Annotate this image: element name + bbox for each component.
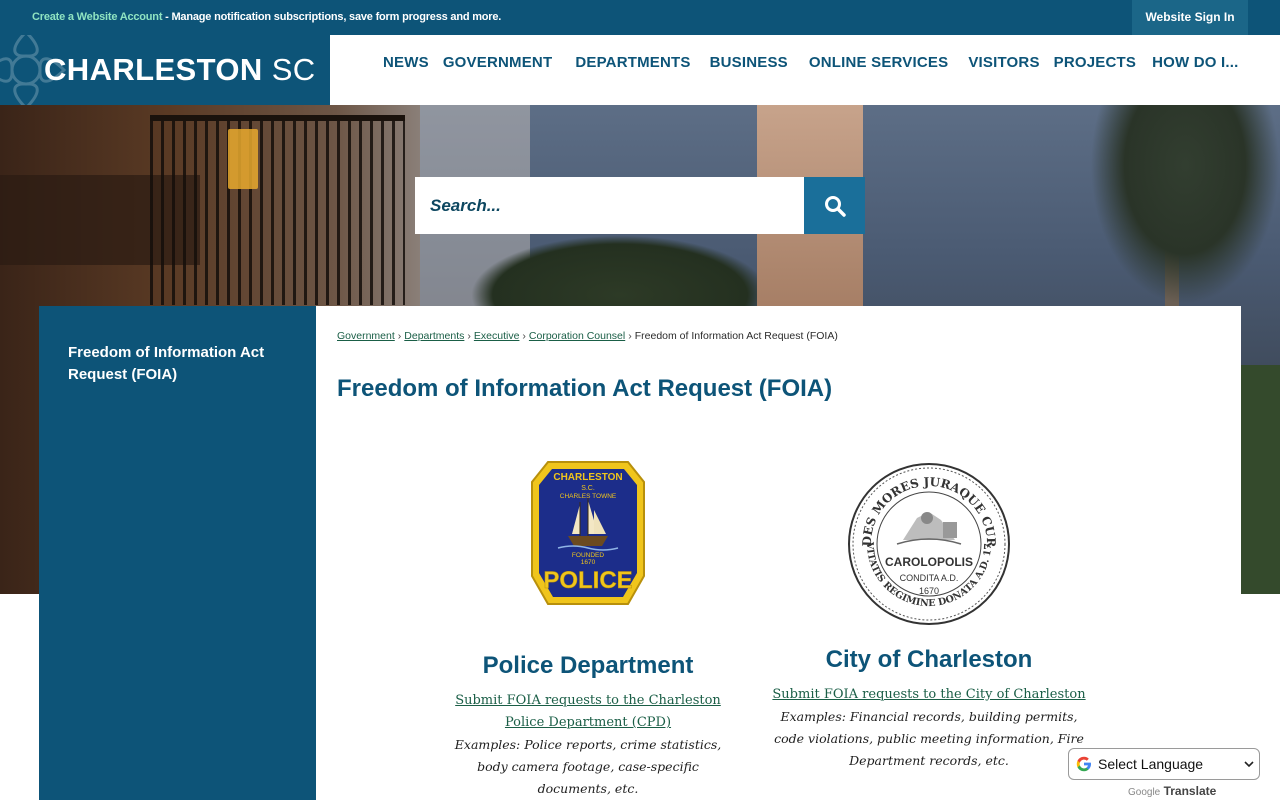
city-seal-icon[interactable]: AEDES MORES JURAQUE CURAT CIVITATIS REGI…	[847, 462, 1011, 626]
search-button[interactable]	[804, 177, 865, 234]
police-badge-founded: FOUNDED	[572, 552, 604, 559]
sidebar: Freedom of Information Act Request (FOIA…	[39, 306, 316, 800]
logo-state: SC	[271, 52, 316, 87]
logo-text: CHARLESTON SC	[44, 52, 316, 88]
seal-year: 1670	[919, 586, 939, 596]
police-card-description: Examples: Police reports, crime statisti…	[454, 737, 722, 796]
police-badge-year: 1670	[581, 559, 596, 566]
nav-item-departments[interactable]: DEPARTMENTS	[575, 54, 690, 71]
police-foia-link[interactable]: Submit FOIA requests to the Charleston P…	[448, 690, 728, 734]
breadcrumb-separator: ›	[522, 330, 526, 342]
city-card: AEDES MORES JURAQUE CURAT CIVITATIS REGI…	[764, 462, 1094, 772]
translate-wordmark: Translate	[1163, 784, 1217, 798]
search-input[interactable]	[415, 177, 804, 234]
main-content: Government › Departments › Executive › Corpora…	[316, 306, 1241, 800]
hero-palm	[1090, 105, 1280, 305]
language-select[interactable]: Select Language	[1068, 748, 1260, 780]
breadcrumb-separator: ›	[397, 330, 402, 342]
site-search	[415, 177, 865, 234]
city-card-title: City of Charleston	[825, 646, 1033, 673]
breadcrumb-corporation-counsel[interactable]: Corporation Counsel	[529, 330, 625, 342]
breadcrumb-current: Freedom of Information Act Request (FOIA…	[634, 330, 838, 342]
police-badge-word: POLICE	[543, 567, 632, 594]
account-message-text: - Manage notification subscriptions, sav…	[162, 11, 502, 23]
create-account-link[interactable]: Create a Website Account	[32, 11, 162, 23]
breadcrumb-government[interactable]: Government	[337, 330, 395, 342]
nav-item-projects[interactable]: PROJECTS	[1054, 54, 1136, 71]
website-sign-in-button[interactable]: Website Sign In	[1132, 0, 1248, 35]
main-navigation: NEWS GOVERNMENT DEPARTMENTS BUSINESS ONL…	[383, 54, 1238, 71]
police-badge-top: CHARLESTON	[553, 472, 622, 483]
language-select-label: Select Language	[1098, 756, 1204, 772]
site-logo[interactable]: CHARLESTON SC	[0, 35, 330, 105]
top-notification-bar: Create a Website Account - Manage notifi…	[0, 0, 1280, 35]
city-card-description: Examples: Financial records, building pe…	[774, 709, 1084, 768]
nav-item-visitors[interactable]: VISITORS	[968, 54, 1039, 71]
hero-balcony	[150, 115, 405, 305]
police-badge-icon[interactable]: CHARLESTON S.C. CHARLES TOWNE FOUNDED 16…	[528, 458, 648, 608]
nav-item-online-services[interactable]: ONLINE SERVICES	[809, 54, 948, 71]
seal-name: CAROLOPOLIS	[885, 555, 973, 569]
powered-by-google-translate[interactable]: Google Translate	[1128, 784, 1216, 798]
hero-lamp-glow	[228, 129, 258, 189]
police-badge-sub1: S.C.	[581, 485, 595, 492]
sidebar-item-foia[interactable]: Freedom of Information Act Request (FOIA…	[68, 342, 278, 386]
logo-city: CHARLESTON	[44, 52, 263, 87]
page-title: Freedom of Information Act Request (FOIA…	[337, 375, 833, 402]
google-g-icon	[1076, 756, 1091, 772]
city-foia-link[interactable]: Submit FOIA requests to the City of Char…	[764, 684, 1094, 706]
hero-right-tree	[1240, 365, 1280, 594]
nav-item-business[interactable]: BUSINESS	[710, 54, 788, 71]
search-icon	[824, 195, 846, 217]
google-wordmark: Google	[1128, 787, 1161, 798]
site-header: CHARLESTON SC NEWS GOVERNMENT DEPARTMENT…	[0, 35, 1280, 105]
breadcrumb-executive[interactable]: Executive	[474, 330, 520, 342]
breadcrumb: Government › Departments › Executive › Corpora…	[337, 330, 838, 342]
nav-item-government[interactable]: GOVERNMENT	[443, 54, 553, 71]
nav-item-news[interactable]: NEWS	[383, 54, 429, 71]
chevron-down-icon	[1244, 761, 1254, 768]
account-message: Create a Website Account - Manage notifi…	[32, 11, 501, 23]
breadcrumb-separator: ›	[628, 330, 632, 342]
nav-item-how-do-i[interactable]: HOW DO I...	[1152, 54, 1238, 71]
breadcrumb-departments[interactable]: Departments	[404, 330, 464, 342]
breadcrumb-separator: ›	[467, 330, 471, 342]
police-card-title: Police Department	[482, 652, 694, 679]
police-card: CHARLESTON S.C. CHARLES TOWNE FOUNDED 16…	[448, 458, 728, 800]
seal-condita: CONDITA A.D.	[900, 573, 959, 583]
